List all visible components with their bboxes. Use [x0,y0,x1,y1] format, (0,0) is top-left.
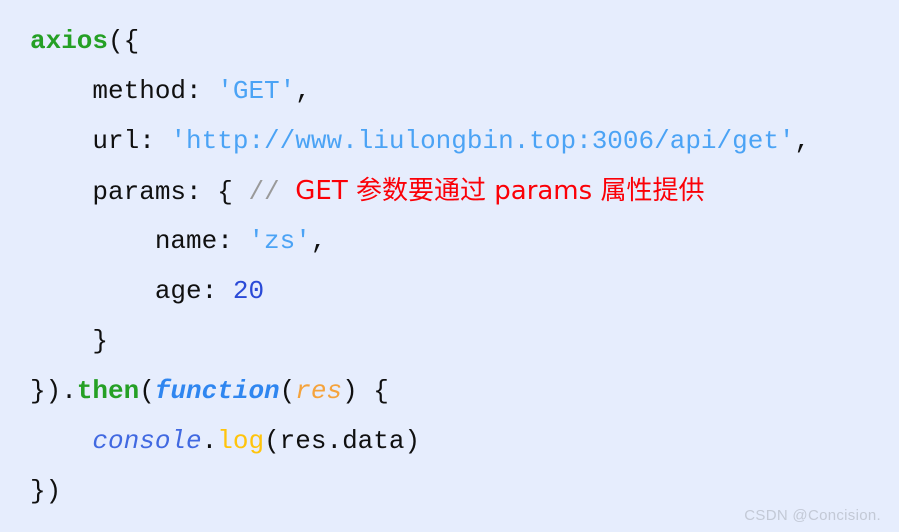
code-line: url: 'http://www.liulongbin.top:3006/api… [0,116,899,166]
code-token-plain: ( [279,376,296,406]
code-token-string: 'zs' [248,226,311,256]
code-line: axios({ [0,16,899,66]
code-token-string: 'GET' [217,76,296,106]
code-token-plain: (res.data) [264,426,421,456]
code-line: params: { // GET 参数要通过 params 属性提供 [0,166,899,216]
code-line: method: 'GET', [0,66,899,116]
code-token-plain: ) { [342,376,389,406]
code-token-comment: GET 参数要通过 params 属性提供 [295,176,705,206]
code-token-object: console [92,426,202,456]
code-token-plain: ({ [108,26,140,56]
code-line: name: 'zs', [0,216,899,266]
code-token-function: function [154,376,280,406]
code-token-plain: ( [139,376,155,406]
code-token-comment-slash: // [248,177,296,207]
code-token-plain: name: [154,226,249,256]
code-token-plain: . [201,426,218,456]
code-token-plain: params: { [92,177,249,207]
code-snippet-block: axios({ method: 'GET', url: 'http://www.… [0,0,899,532]
code-token-param: res [295,376,343,406]
code-line: console.log(res.data) [0,416,899,466]
code-token-plain: , [310,226,327,256]
code-token-plain: }) [30,476,62,506]
code-token-plain: , [794,126,811,156]
code-token-keyword: axios [30,26,109,56]
code-token-method: log [217,426,265,456]
code-token-plain: } [92,326,109,356]
code-token-plain: , [295,76,311,106]
code-lines-container: axios({ method: 'GET', url: 'http://www.… [0,16,899,516]
code-line: age: 20 [0,266,899,316]
csdn-watermark: CSDN @Concision. [744,507,881,524]
code-token-plain: }). [30,376,77,406]
code-line: }).then(function(res) { [0,366,899,416]
code-token-number: 20 [232,276,265,306]
code-token-plain: url: [92,126,171,156]
code-line: } [0,316,899,366]
code-token-keyword: then [76,376,140,406]
code-token-plain: method: [92,76,218,106]
code-token-string: 'http://www.liulongbin.top:3006/api/get' [170,126,795,156]
code-token-plain: age: [154,276,233,306]
